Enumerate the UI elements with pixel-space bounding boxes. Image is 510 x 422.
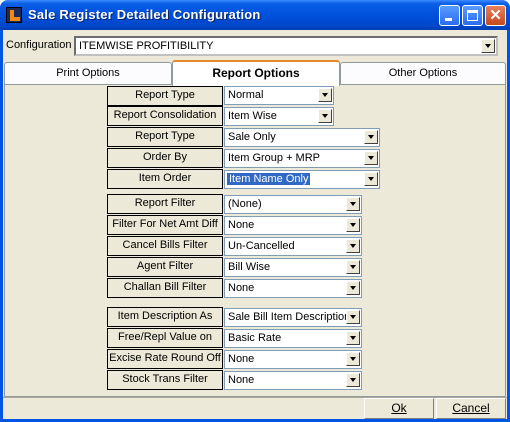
report-consolidation-value: Item Wise xyxy=(228,110,277,122)
maximize-button[interactable] xyxy=(462,5,483,26)
close-button[interactable]: ✕ xyxy=(485,5,506,26)
net-amt-diff-filter-label: Filter For Net Amt Diff xyxy=(107,215,223,235)
chevron-down-icon[interactable] xyxy=(364,151,378,165)
agent-filter-value: Bill Wise xyxy=(228,261,271,273)
report-filter-value: (None) xyxy=(228,198,262,210)
chevron-down-icon[interactable] xyxy=(364,130,378,144)
chevron-down-icon[interactable] xyxy=(346,260,360,274)
chevron-down-icon[interactable] xyxy=(346,218,360,232)
free-repl-value-value: Basic Rate xyxy=(228,332,282,344)
close-icon: ✕ xyxy=(489,7,502,24)
tab-print-options[interactable]: Print Options xyxy=(4,62,172,84)
maximize-icon xyxy=(467,10,478,21)
item-order-value: Item Name Only xyxy=(227,173,311,185)
report-type-value: Normal xyxy=(228,89,264,101)
agent-filter-label: Agent Filter xyxy=(107,257,223,277)
minimize-icon xyxy=(445,18,452,21)
chevron-down-icon[interactable] xyxy=(318,109,332,123)
excise-rate-round-off-select[interactable]: None xyxy=(224,350,362,369)
challan-bill-filter-value: None xyxy=(228,282,255,294)
item-description-label: Item Description As xyxy=(107,307,223,327)
app-logo-icon xyxy=(6,7,22,23)
window-title: Sale Register Detailed Configuration xyxy=(28,7,261,22)
net-amt-diff-filter-select[interactable]: None xyxy=(224,216,362,235)
chevron-down-icon[interactable] xyxy=(481,39,495,53)
chevron-down-icon[interactable] xyxy=(346,281,360,295)
item-order-label: Item Order xyxy=(107,169,223,189)
excise-rate-round-off-value: None xyxy=(228,353,255,365)
stock-trans-filter-select[interactable]: None xyxy=(224,371,362,390)
configuration-value: ITEMWISE PROFITIBILITY xyxy=(79,40,214,52)
chevron-down-icon[interactable] xyxy=(318,88,332,102)
cancel-button[interactable]: Cancel xyxy=(436,398,506,419)
order-by-select[interactable]: Item Group + MRP xyxy=(224,149,380,168)
free-repl-value-label: Free/Repl Value on xyxy=(107,328,223,348)
minimize-button[interactable] xyxy=(439,5,460,26)
order-by-label: Order By xyxy=(107,148,223,168)
order-by-value: Item Group + MRP xyxy=(228,152,321,164)
cancel-button-label: Cancel xyxy=(452,401,490,415)
configuration-label: Configuration xyxy=(6,39,72,51)
cancel-bills-filter-label: Cancel Bills Filter xyxy=(107,236,223,256)
challan-bill-filter-select[interactable]: None xyxy=(224,279,362,298)
report-filter-select[interactable]: (None) xyxy=(224,195,362,214)
excise-rate-round-off-label: Excise Rate Round Off xyxy=(107,349,223,369)
item-description-select[interactable]: Sale Bill Item Description xyxy=(224,308,362,327)
stock-trans-filter-label: Stock Trans Filter xyxy=(107,370,223,390)
report-type-2-value: Sale Only xyxy=(228,131,276,143)
report-type-select[interactable]: Normal xyxy=(224,86,334,105)
chevron-down-icon[interactable] xyxy=(346,239,360,253)
item-order-select[interactable]: Item Name Only xyxy=(224,170,380,189)
report-consolidation-label: Report Consolidation xyxy=(107,106,223,126)
tab-report-options[interactable]: Report Options xyxy=(172,60,340,86)
configuration-select[interactable]: ITEMWISE PROFITIBILITY xyxy=(74,36,498,56)
report-type-label: Report Type xyxy=(107,86,223,106)
title-bar[interactable]: Sale Register Detailed Configuration ✕ xyxy=(0,0,510,30)
cancel-bills-filter-value: Un-Cancelled xyxy=(228,240,295,252)
net-amt-diff-filter-value: None xyxy=(228,219,255,231)
item-description-value: Sale Bill Item Description xyxy=(228,311,351,323)
stock-trans-filter-value: None xyxy=(228,374,255,386)
free-repl-value-select[interactable]: Basic Rate xyxy=(224,329,362,348)
report-consolidation-select[interactable]: Item Wise xyxy=(224,107,334,126)
report-type-2-select[interactable]: Sale Only xyxy=(224,128,380,147)
chevron-down-icon[interactable] xyxy=(364,172,378,186)
report-type-2-label: Report Type xyxy=(107,127,223,147)
chevron-down-icon[interactable] xyxy=(346,310,360,324)
chevron-down-icon[interactable] xyxy=(346,352,360,366)
chevron-down-icon[interactable] xyxy=(346,331,360,345)
agent-filter-select[interactable]: Bill Wise xyxy=(224,258,362,277)
chevron-down-icon[interactable] xyxy=(346,197,360,211)
tab-other-options[interactable]: Other Options xyxy=(340,62,506,84)
report-filter-label: Report Filter xyxy=(107,194,223,214)
ok-button[interactable]: Ok xyxy=(364,398,434,419)
ok-button-label: Ok xyxy=(391,401,407,415)
cancel-bills-filter-select[interactable]: Un-Cancelled xyxy=(224,237,362,256)
chevron-down-icon[interactable] xyxy=(346,373,360,387)
challan-bill-filter-label: Challan Bill Filter xyxy=(107,278,223,298)
